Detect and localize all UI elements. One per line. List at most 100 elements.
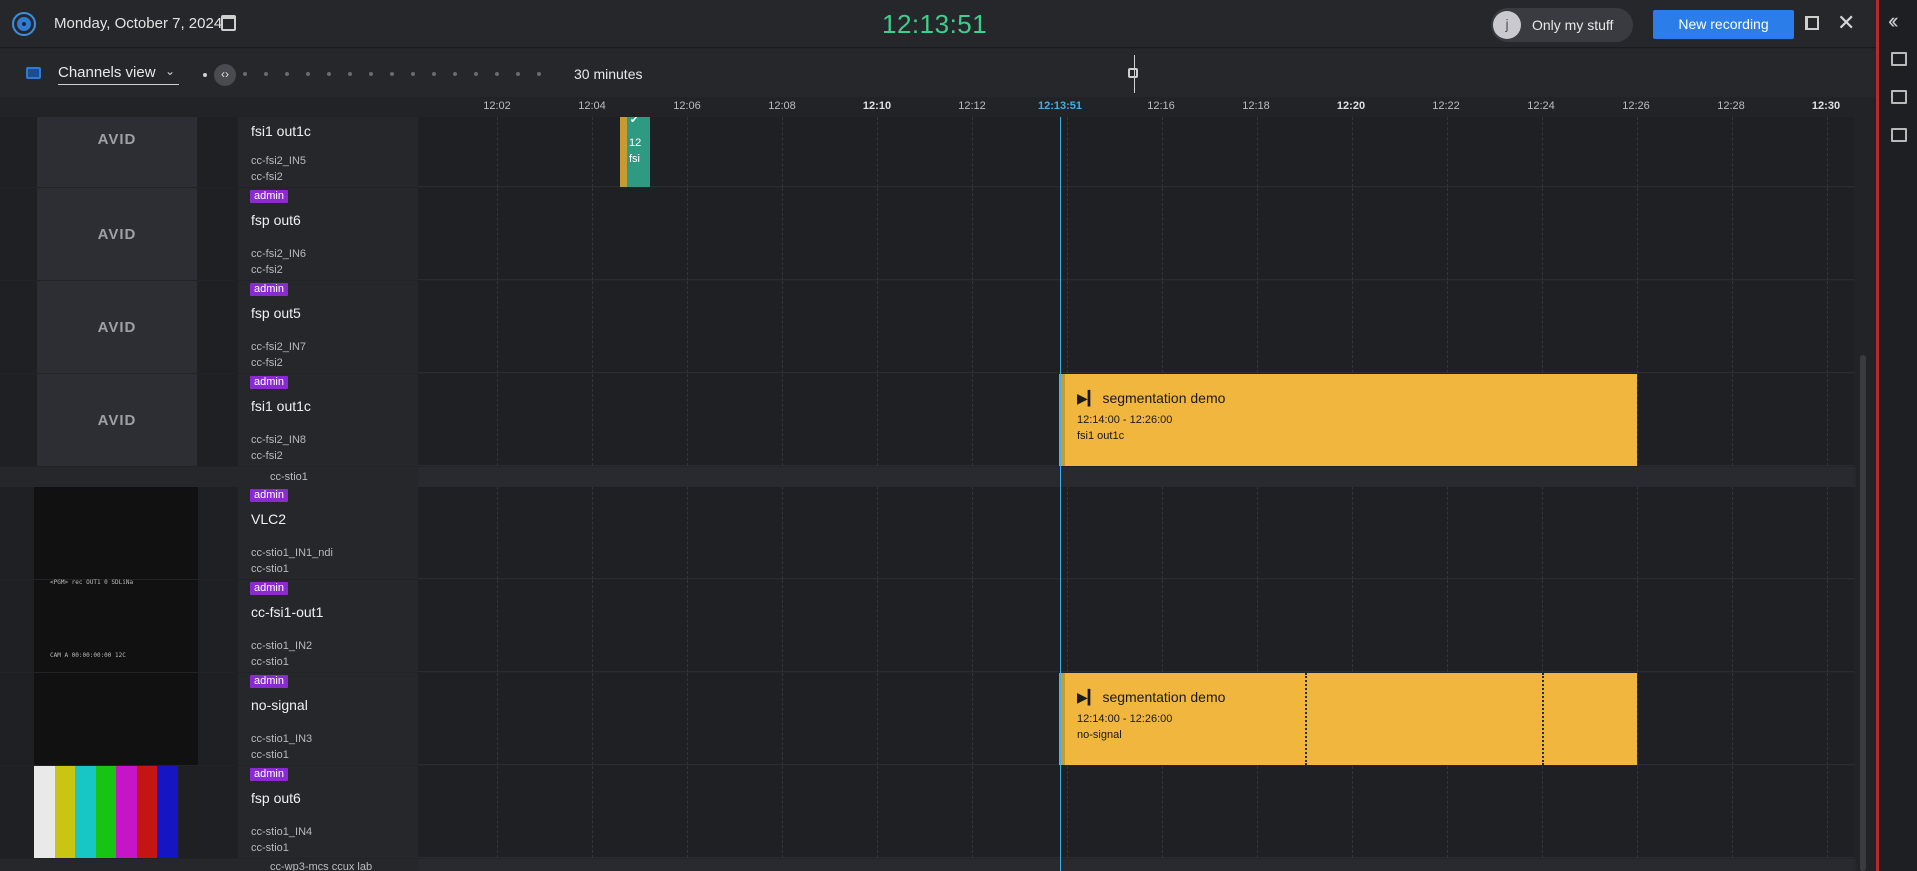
grid-line (1447, 188, 1448, 280)
channel-server: cc-stio1 (251, 842, 289, 854)
recording-event[interactable]: ▶▎ segmentation demo 12:14:00 - 12:26:00… (1059, 673, 1637, 765)
zoom-step-dot[interactable] (453, 72, 457, 76)
only-my-stuff-toggle[interactable]: j Only my stuff (1491, 8, 1633, 42)
tick-label: 12:02 (483, 100, 511, 112)
details-panel-icon[interactable] (1891, 52, 1907, 66)
zoom-step-dot[interactable] (495, 72, 499, 76)
grid-line (1352, 580, 1353, 672)
grid-line (1257, 766, 1258, 858)
channel-row[interactable]: admin VLC2 cc-stio1_IN1_ndi cc-stio1 (0, 487, 1856, 579)
zoom-step-dot[interactable] (285, 72, 289, 76)
right-side-panel: ‹‹ (1876, 0, 1917, 871)
new-recording-button[interactable]: New recording (1653, 10, 1794, 39)
grid-line (972, 673, 973, 765)
exit-icon[interactable] (1805, 16, 1819, 30)
grid-line (1352, 188, 1353, 280)
channel-server: cc-fsi2 (251, 171, 283, 183)
grid-line (1732, 188, 1733, 280)
collapse-chevron-icon[interactable]: ‹‹ (1888, 8, 1898, 34)
color-bars-thumbnail (34, 766, 179, 858)
channel-input: cc-stio1_IN3 (251, 733, 313, 745)
channel-name: no-signal (251, 697, 308, 713)
layout-panel-icon[interactable] (1891, 128, 1907, 142)
server-group-header[interactable]: cc-stio1 (0, 467, 1856, 487)
segment-divider[interactable] (1542, 673, 1544, 765)
grid-line (972, 374, 973, 466)
zoom-step-dot[interactable] (369, 72, 373, 76)
zoom-slider-track[interactable] (205, 72, 559, 76)
grid-line (1637, 766, 1638, 858)
avid-logo: AVID (97, 131, 137, 148)
calendar-icon[interactable] (221, 15, 236, 31)
channel-name: VLC2 (251, 511, 287, 527)
zoom-step-dot[interactable] (306, 72, 310, 76)
channel-row[interactable]: admin fsp out6 cc-stio1_IN4 cc-stio1 (0, 766, 1856, 858)
grid-line (497, 487, 498, 579)
timeline-lane[interactable] (418, 580, 1854, 672)
channel-row[interactable]: admin no-signal cc-stio1_IN3 cc-stio1 ▶▎… (0, 673, 1856, 765)
zoom-step-dot[interactable] (327, 72, 331, 76)
lock-icon[interactable] (1128, 68, 1138, 78)
zoom-step-dot[interactable] (411, 72, 415, 76)
channel-name: fsi1 out1c (251, 398, 311, 414)
channel-input: cc-stio1_IN4 (251, 826, 313, 838)
app-logo-icon[interactable] (12, 12, 36, 36)
channel-name: cc-fsi1-out1 (251, 604, 324, 620)
zoom-step-dot[interactable] (348, 72, 352, 76)
zoom-step-dot[interactable] (537, 72, 541, 76)
channel-row[interactable]: AVID admin fsp out6 cc-fsi2_IN6 cc-fsi2 (0, 188, 1856, 280)
timeline-lane[interactable]: ▶▎ segmentation demo 12:14:00 - 12:26:00… (418, 673, 1854, 765)
channel-row[interactable]: AVID fsi1 out1c cc-fsi2_IN5 cc-fsi2 ✔ 12… (0, 117, 1856, 187)
channel-row[interactable]: <PGM> rec OUT1 0 SDLiNa CAM A 00:00:00:0… (0, 579, 1856, 672)
zoom-slider-handle[interactable]: ‹› (214, 64, 236, 86)
recording-event[interactable]: ▶▎ segmentation demo 12:14:00 - 12:26:00… (1059, 374, 1637, 466)
grid-line (1637, 117, 1638, 187)
channel-row[interactable]: AVID admin fsi1 out1c cc-fsi2_IN8 cc-fsi… (0, 374, 1856, 466)
grid-line (877, 281, 878, 373)
owner-badge: admin (250, 582, 288, 595)
grid-line (1542, 188, 1543, 280)
grid-line (782, 281, 783, 373)
timeline-lane[interactable] (418, 188, 1854, 280)
segment-play-icon: ▶▎ (1077, 689, 1099, 705)
timeline-lane[interactable] (418, 281, 1854, 373)
channel-thumbnail: <PGM> rec OUT1 0 SDLiNa CAM A 00:00:00:0… (34, 579, 198, 672)
chevron-down-icon: ⌄ (164, 64, 175, 78)
zoom-step-dot[interactable] (264, 72, 268, 76)
zoom-step-dot[interactable] (474, 72, 478, 76)
channel-row[interactable]: AVID admin fsp out5 cc-fsi2_IN7 cc-fsi2 (0, 281, 1856, 373)
grid-line (497, 766, 498, 858)
timeline-lane[interactable]: ▶▎ segmentation demo 12:14:00 - 12:26:00… (418, 374, 1854, 466)
grid-line (782, 188, 783, 280)
grid-line (1542, 766, 1543, 858)
zoom-step-dot[interactable] (516, 72, 520, 76)
grid-line (592, 281, 593, 373)
channel-thumbnail: AVID (37, 117, 197, 187)
grid-line (1067, 487, 1068, 579)
grid-line (497, 117, 498, 187)
grid-line (782, 117, 783, 187)
zoom-step-dot[interactable] (432, 72, 436, 76)
server-group-header[interactable]: cc-wp3-mcs ccux lab (0, 859, 1856, 871)
grid-line (687, 673, 688, 765)
vertical-scrollbar[interactable] (1860, 355, 1866, 871)
tick-label: 12:22 (1432, 100, 1460, 112)
grid-line (1827, 487, 1828, 579)
grid-line (592, 117, 593, 187)
view-selector[interactable]: Channels view ⌄ (58, 64, 179, 85)
player-panel-icon[interactable] (1891, 90, 1907, 104)
zoom-step-dot[interactable] (390, 72, 394, 76)
tick-label: 12:30 (1811, 100, 1841, 112)
timeline-lane[interactable]: ✔ 12 fsi (418, 117, 1854, 187)
close-icon[interactable]: ✕ (1837, 12, 1855, 34)
tick-label: 12:26 (1622, 100, 1650, 112)
channel-server: cc-fsi2 (251, 357, 283, 369)
segment-divider[interactable] (1305, 673, 1307, 765)
zoom-step-dot[interactable] (243, 72, 247, 76)
recording-event-small[interactable]: ✔ 12 fsi (620, 117, 650, 187)
grid-line (1732, 281, 1733, 373)
grid-line (1827, 117, 1828, 187)
timeline-lane[interactable] (418, 487, 1854, 579)
channel-server: cc-stio1 (251, 563, 289, 575)
timeline-lane[interactable] (418, 766, 1854, 858)
